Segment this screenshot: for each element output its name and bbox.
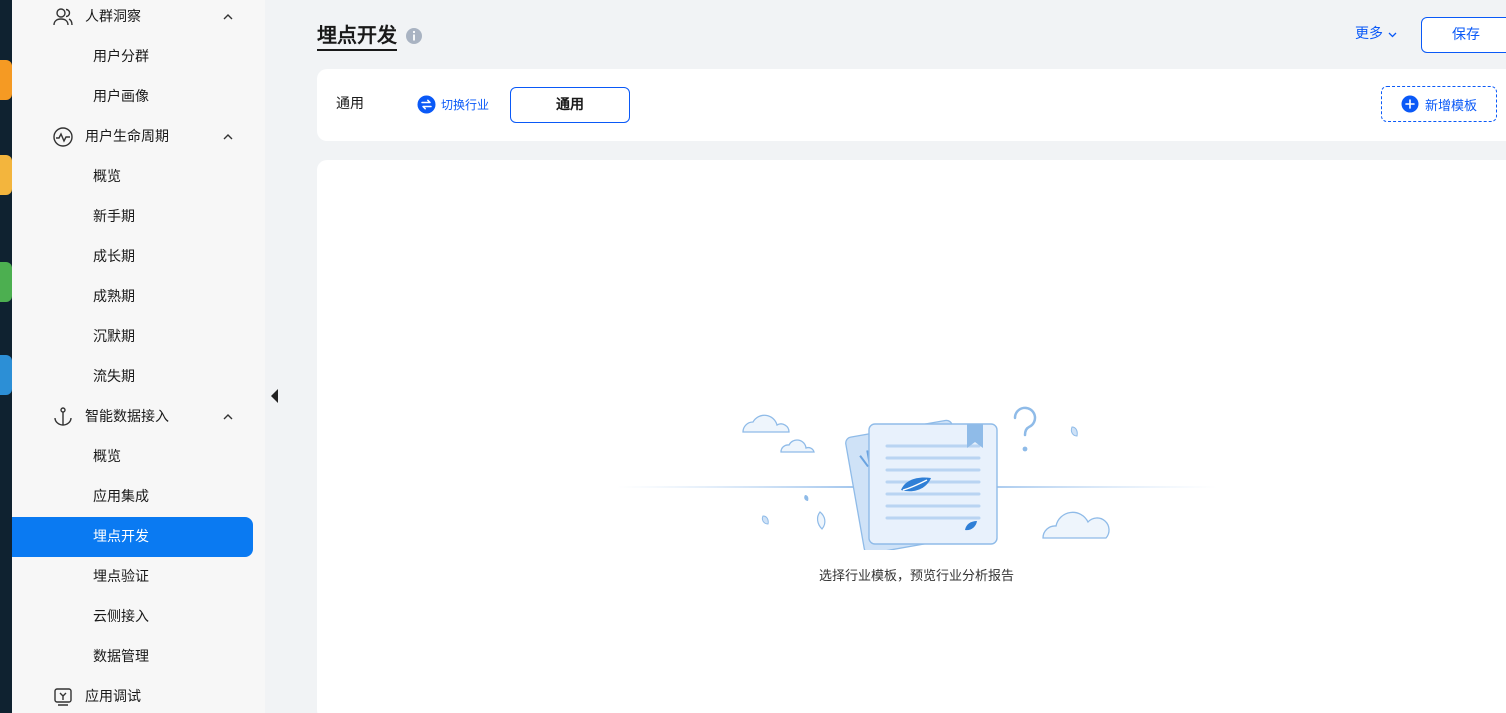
sidebar-item-user-profile[interactable]: 用户画像 [12,77,253,117]
sidebar-item-tracking-dev[interactable]: 埋点开发 [12,517,253,557]
more-label: 更多 [1355,26,1383,42]
sidebar-item-label: 成长期 [93,249,135,265]
plus-circle-icon [1401,95,1419,113]
sidebar-item-label: 概览 [93,449,121,465]
chevron-down-icon [1388,32,1397,37]
sidebar-item-silent[interactable]: 沉默期 [12,317,253,357]
swap-icon [417,95,436,113]
pulse-icon [53,127,73,147]
sidebar-group-lifecycle[interactable]: 用户生命周期 [12,117,265,157]
sidebar-item-label: 用户画像 [93,89,149,105]
more-menu[interactable]: 更多 [1355,24,1398,44]
desktop-edge [0,0,12,713]
sidebar-item-label: 流失期 [93,369,135,385]
sidebar-item-lifecycle-overview[interactable]: 概览 [12,157,253,197]
chevron-up-icon [223,14,233,20]
sidebar-item-access-overview[interactable]: 概览 [12,437,253,477]
template-bar-label: 通用 [336,96,364,112]
sidebar-item-label: 埋点验证 [93,569,149,585]
sidebar-item-mature[interactable]: 成熟期 [12,277,253,317]
switch-industry-button[interactable]: 切换行业 [417,94,489,114]
sidebar: 人群洞察 用户分群 用户画像 用户生命周期 概览 新手期 成长期 成熟期 沉默期… [12,0,265,713]
info-icon[interactable] [405,27,423,45]
sidebar-group-label: 人群洞察 [85,9,141,25]
template-bar: 通用 切换行业 通用 新增模板 [317,69,1506,141]
sidebar-item-data-management[interactable]: 数据管理 [12,637,253,677]
sidebar-item-churn[interactable]: 流失期 [12,357,253,397]
sidebar-group-app-debug[interactable]: 应用调试 [12,677,265,713]
sidebar-item-label: 应用集成 [93,489,149,505]
sidebar-group-label: 用户生命周期 [85,129,169,145]
sidebar-item-label: 新手期 [93,209,135,225]
people-icon [53,8,73,26]
sidebar-group-crowd-insight[interactable]: 人群洞察 [12,0,265,37]
sidebar-item-label: 云侧接入 [93,609,149,625]
sidebar-item-label: 概览 [93,169,121,185]
sidebar-item-app-integration[interactable]: 应用集成 [12,477,253,517]
collapse-sidebar-icon[interactable] [270,388,280,404]
sidebar-item-label: 埋点开发 [93,529,149,545]
sidebar-item-growth[interactable]: 成长期 [12,237,253,277]
switch-industry-label: 切换行业 [441,97,490,112]
anchor-icon [54,407,72,426]
empty-state-message: 选择行业模板，预览行业分析报告 [818,569,1014,584]
chevron-up-icon [223,414,233,420]
sidebar-item-newbie[interactable]: 新手期 [12,197,253,237]
add-template-label: 新增模板 [1424,98,1477,114]
save-button[interactable]: 保存 [1421,17,1506,53]
report-preview-area: 选择行业模板，预览行业分析报告 [317,160,1506,713]
sidebar-item-label: 数据管理 [93,649,149,665]
sidebar-group-label: 智能数据接入 [85,409,169,425]
sidebar-item-label: 用户分群 [93,49,149,65]
template-chip-general[interactable]: 通用 [510,87,630,123]
debug-icon [54,688,72,706]
page-title: 埋点开发 [317,22,397,51]
sidebar-item-user-segment[interactable]: 用户分群 [12,37,253,77]
add-template-button[interactable]: 新增模板 [1381,86,1497,122]
chevron-up-icon [223,134,233,140]
sidebar-item-tracking-verify[interactable]: 埋点验证 [12,557,253,597]
sidebar-item-label: 成熟期 [93,289,135,305]
sidebar-item-cloud-access[interactable]: 云侧接入 [12,597,253,637]
sidebar-item-label: 沉默期 [93,329,135,345]
sidebar-group-data-access[interactable]: 智能数据接入 [12,397,265,437]
sidebar-group-label: 应用调试 [85,689,141,705]
empty-state-illustration [617,406,1217,550]
